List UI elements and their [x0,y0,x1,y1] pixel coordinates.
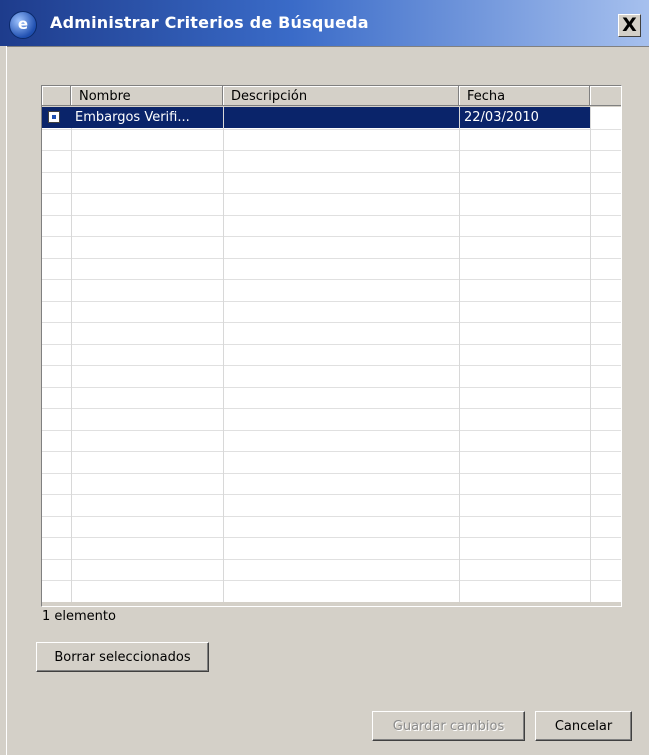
grid-column-line [223,107,224,602]
delete-selected-button[interactable]: Borrar seleccionados [36,642,209,672]
column-header-filler [590,86,621,106]
grid-row-line [42,129,621,130]
grid-row-line [42,494,621,495]
table-row[interactable]: Embargos Verifi... 22/03/2010 [42,107,621,128]
window-left-edge [0,46,7,755]
grid-row-line [42,451,621,452]
grid-row-line [42,537,621,538]
column-header-descripcion[interactable]: Descripción [223,86,459,106]
cell-nombre[interactable]: Embargos Verifi... [71,107,223,128]
grid-row-line [42,172,621,173]
row-checkbox[interactable] [48,111,60,123]
grid-row-line [42,279,621,280]
column-header-select[interactable] [42,86,71,106]
column-header-nombre[interactable]: Nombre [71,86,223,106]
cell-descripcion[interactable] [224,107,459,128]
grid-column-line [590,107,591,602]
item-count-status: 1 elemento [41,607,622,627]
grid-row-line [42,516,621,517]
window-title: Administrar Criterios de Búsqueda [50,13,369,32]
grid-row-line [42,580,621,581]
grid-row-line [42,215,621,216]
grid-row-line [42,258,621,259]
grid-column-line [71,107,72,602]
grid-row-line [42,344,621,345]
grid-column-line [459,107,460,602]
grid-row-line [42,236,621,237]
grid-row-line [42,473,621,474]
table-body: Embargos Verifi... 22/03/2010 [42,107,621,603]
cancel-button[interactable]: Cancelar [535,711,632,741]
criteria-table[interactable]: Nombre Descripción Fecha Embargos Verifi… [41,85,622,607]
grid-row-line [42,365,621,366]
grid-row-line [42,322,621,323]
column-header-fecha[interactable]: Fecha [459,86,590,106]
title-bar[interactable]: e Administrar Criterios de Búsqueda X [0,0,649,47]
grid-row-line [42,150,621,151]
grid-row-line [42,301,621,302]
save-changes-button[interactable]: Guardar cambios [372,711,525,741]
grid-row-line [42,559,621,560]
grid-row-line [42,193,621,194]
table-header: Nombre Descripción Fecha [42,86,621,107]
grid-row-line [42,430,621,431]
row-select-cell[interactable] [42,107,71,128]
grid-row-line [42,408,621,409]
row-selected-indicator-icon [52,115,56,119]
close-icon: X [622,14,637,36]
app-logo-icon: e [9,11,37,39]
cell-fecha[interactable]: 22/03/2010 [460,107,590,128]
close-button[interactable]: X [618,14,641,37]
grid-row-line [42,387,621,388]
